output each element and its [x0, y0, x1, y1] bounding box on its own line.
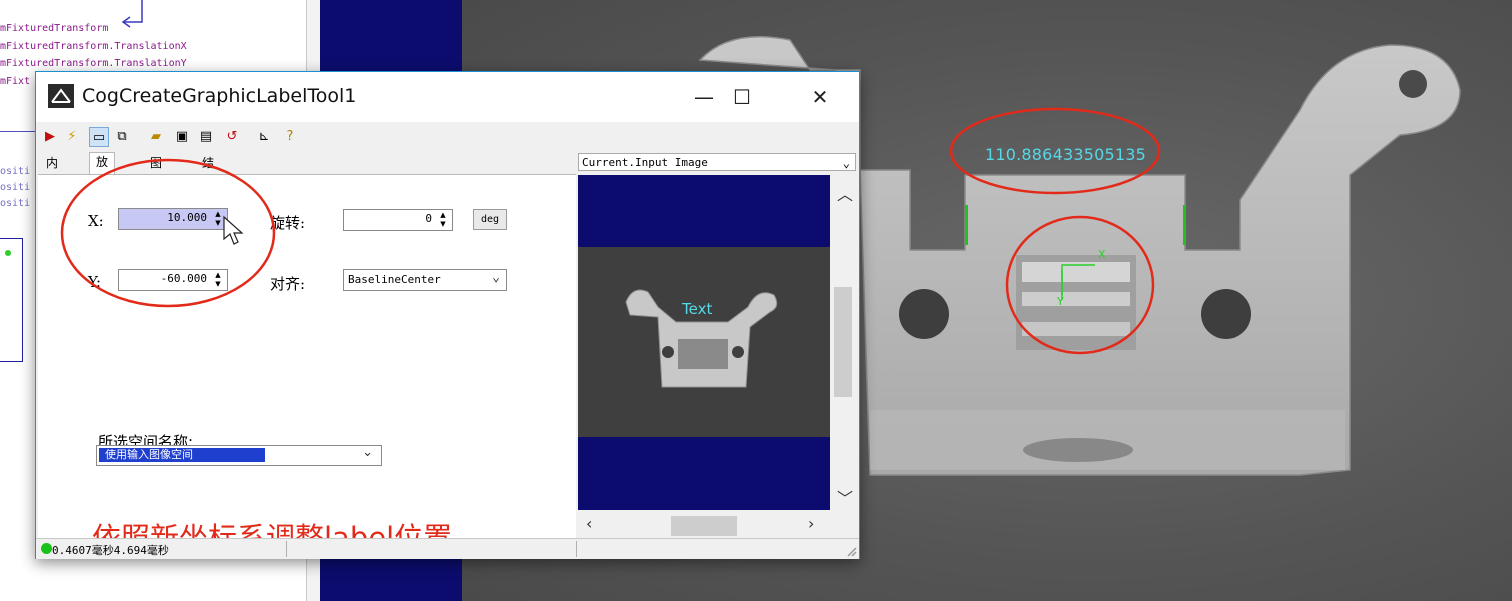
preview-label-text: Text	[682, 300, 713, 318]
horizontal-scrollbar[interactable]: ‹ ›	[578, 510, 830, 538]
svg-text:X: X	[1098, 248, 1106, 261]
save-settings-icon[interactable]: ▤	[197, 127, 215, 145]
title-bar[interactable]: CogCreateGraphicLabelTool1 — ☐ ✕	[36, 72, 859, 122]
copy-icon[interactable]: ⧉	[113, 127, 131, 145]
close-button[interactable]: ✕	[789, 72, 851, 122]
help-icon[interactable]: ?	[281, 127, 299, 145]
maximize-button[interactable]: ☐	[711, 72, 773, 122]
align-value: BaselineCenter	[348, 273, 441, 286]
space-name-value: 使用输入图像空间	[99, 448, 265, 462]
vertical-scroll-thumb[interactable]	[834, 287, 852, 397]
image-preview-pane: Current.Input Image ⌄ Text ︿ ﹀ ‹ ›	[578, 153, 856, 538]
result-value-text: 110.886433505135	[985, 145, 1146, 164]
preview-part-image	[625, 289, 778, 388]
run-icon[interactable]: ▶	[41, 127, 59, 145]
resize-grip-icon[interactable]	[845, 545, 857, 557]
status-bar: 0.4607毫秒4.694毫秒	[36, 538, 859, 559]
chevron-down-icon: ⌄	[492, 270, 500, 285]
display-icon[interactable]: ▭	[89, 127, 109, 147]
rotation-value: 0	[425, 212, 432, 225]
window-title: CogCreateGraphicLabelTool1	[82, 85, 357, 107]
image-source-value: Current.Input Image	[582, 156, 708, 169]
label-tool-dialog: CogCreateGraphicLabelTool1 — ☐ ✕ ▶ ⚡ ▭ ⧉…	[35, 71, 860, 559]
preview-photo: Text	[578, 247, 830, 437]
scroll-right-icon[interactable]: ›	[808, 514, 814, 533]
rotation-spinbox[interactable]: 0 ▲ ▼	[343, 209, 453, 231]
svg-text:Y: Y	[1056, 295, 1064, 308]
scroll-left-icon[interactable]: ‹	[586, 514, 592, 533]
status-divider	[576, 541, 577, 557]
mouse-cursor-icon	[223, 215, 244, 245]
status-divider	[286, 541, 287, 557]
image-display[interactable]: Text	[578, 175, 830, 510]
scroll-down-icon[interactable]: ﹀	[837, 485, 853, 509]
scroll-up-icon[interactable]: ︿	[837, 181, 853, 205]
spin-arrows-icon[interactable]: ▲ ▼	[436, 211, 450, 229]
chevron-down-icon: ⌄	[362, 445, 373, 460]
space-name-dropdown[interactable]: 使用输入图像空间 ⌄	[96, 445, 382, 466]
status-ok-icon	[41, 543, 52, 554]
tool-toolbar: ▶ ⚡ ▭ ⧉ ▰ ▣ ▤ ↺ ⊾ ?	[36, 122, 859, 150]
horizontal-scroll-thumb[interactable]	[671, 516, 737, 536]
open-folder-icon[interactable]: ▰	[147, 127, 165, 145]
vertical-scrollbar[interactable]: ︿ ﹀	[830, 175, 856, 510]
rotation-unit-button[interactable]: deg	[473, 209, 507, 230]
reset-icon[interactable]: ↺	[223, 127, 241, 145]
timing-status: 0.4607毫秒4.694毫秒	[52, 544, 169, 557]
highlight-circle	[60, 158, 276, 308]
cognex-tool-icon	[48, 84, 74, 108]
electric-icon[interactable]: ⚡	[63, 127, 81, 145]
edit-graphics-icon[interactable]: ⊾	[255, 127, 273, 145]
save-icon[interactable]: ▣	[173, 127, 191, 145]
align-dropdown[interactable]: BaselineCenter ⌄	[343, 269, 507, 291]
image-source-dropdown[interactable]: Current.Input Image ⌄	[578, 153, 856, 171]
chevron-down-icon: ⌄	[842, 156, 850, 170]
